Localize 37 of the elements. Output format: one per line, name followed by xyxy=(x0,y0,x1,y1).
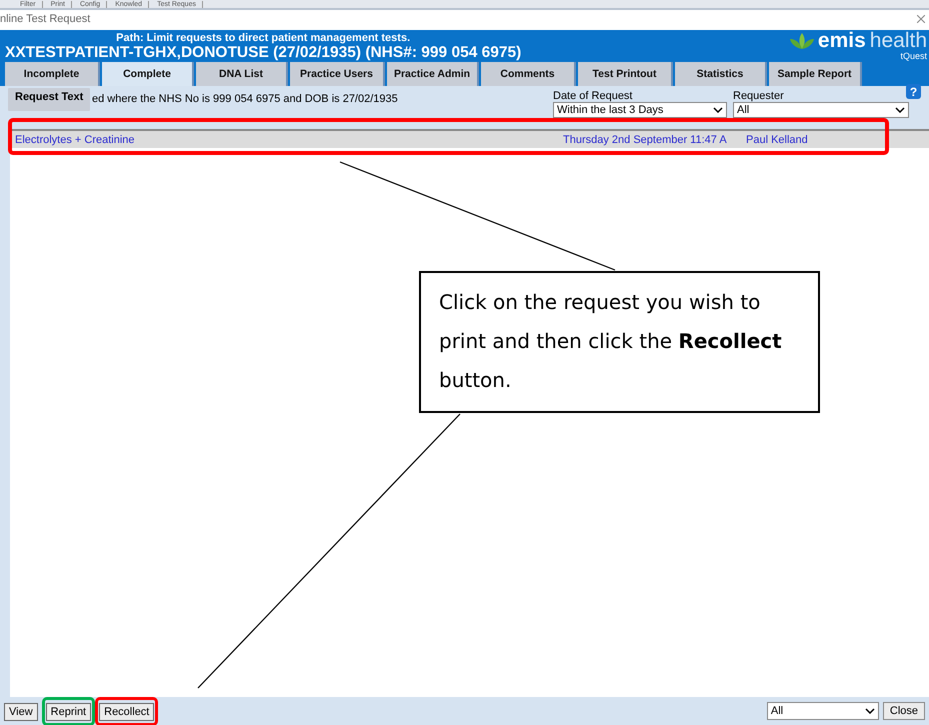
close-button[interactable]: Close xyxy=(882,702,925,720)
tab[interactable]: Comments xyxy=(481,62,576,86)
dropdown[interactable]: All xyxy=(766,702,879,720)
tab[interactable]: DNA List xyxy=(196,62,288,86)
tab[interactable]: Practice Users xyxy=(290,62,385,86)
help-icon[interactable]: ? xyxy=(906,84,921,99)
filter-label: Requester xyxy=(733,90,785,102)
tab[interactable]: Practice Admin xyxy=(387,62,479,86)
action-button[interactable]: Reprint xyxy=(46,702,92,720)
request-row[interactable]: Electrolytes + Creatinine Thursday 2nd September 11:47 A Paul Kelland xyxy=(10,131,929,148)
chevron-icon xyxy=(895,107,905,113)
tab[interactable]: Statistics xyxy=(675,62,767,86)
window-title: nline Test Request xyxy=(0,13,90,25)
tab[interactable]: Incomplete xyxy=(5,62,100,86)
tab[interactable]: Test Printout xyxy=(578,62,673,86)
table-cell-text: Electrolytes + Creatinine xyxy=(15,134,136,146)
action-button[interactable]: Recollect xyxy=(99,702,154,720)
leaf-icon xyxy=(790,33,814,49)
table-cell-text: Thursday 2nd September 11:47 A xyxy=(563,134,728,146)
table-cell: Paul Kelland xyxy=(746,134,808,146)
logo-text: emis xyxy=(818,30,866,52)
dropdown[interactable]: All xyxy=(733,102,909,118)
chevron-icon xyxy=(864,708,875,714)
filter-label: Date of Request xyxy=(553,90,634,102)
tooltip: Request Text xyxy=(8,88,90,111)
logo-subtitle: tQuest xyxy=(900,52,927,60)
logo-text: health xyxy=(870,30,927,52)
chevron-icon xyxy=(713,107,723,113)
path-text: Path: Limit requests to direct patient management tests. xyxy=(115,32,412,44)
dropdown[interactable]: Within the last 3 Days xyxy=(553,102,727,118)
action-button[interactable]: View xyxy=(4,702,38,720)
tab[interactable]: Sample Report xyxy=(769,62,862,86)
close-icon[interactable] xyxy=(917,15,925,23)
patient-name: XXTESTPATIENT-TGHX,DONOTUSE (27/02/1935) (NHS#: 999 054 6975) xyxy=(5,44,522,61)
callout-text: Click on the request you wish to print and then click the Recollect button. xyxy=(419,271,820,413)
tab[interactable]: Complete xyxy=(102,62,194,86)
info-text: ed where the NHS No is 999 054 6975 and DOB is 27/02/1935 xyxy=(92,93,398,105)
